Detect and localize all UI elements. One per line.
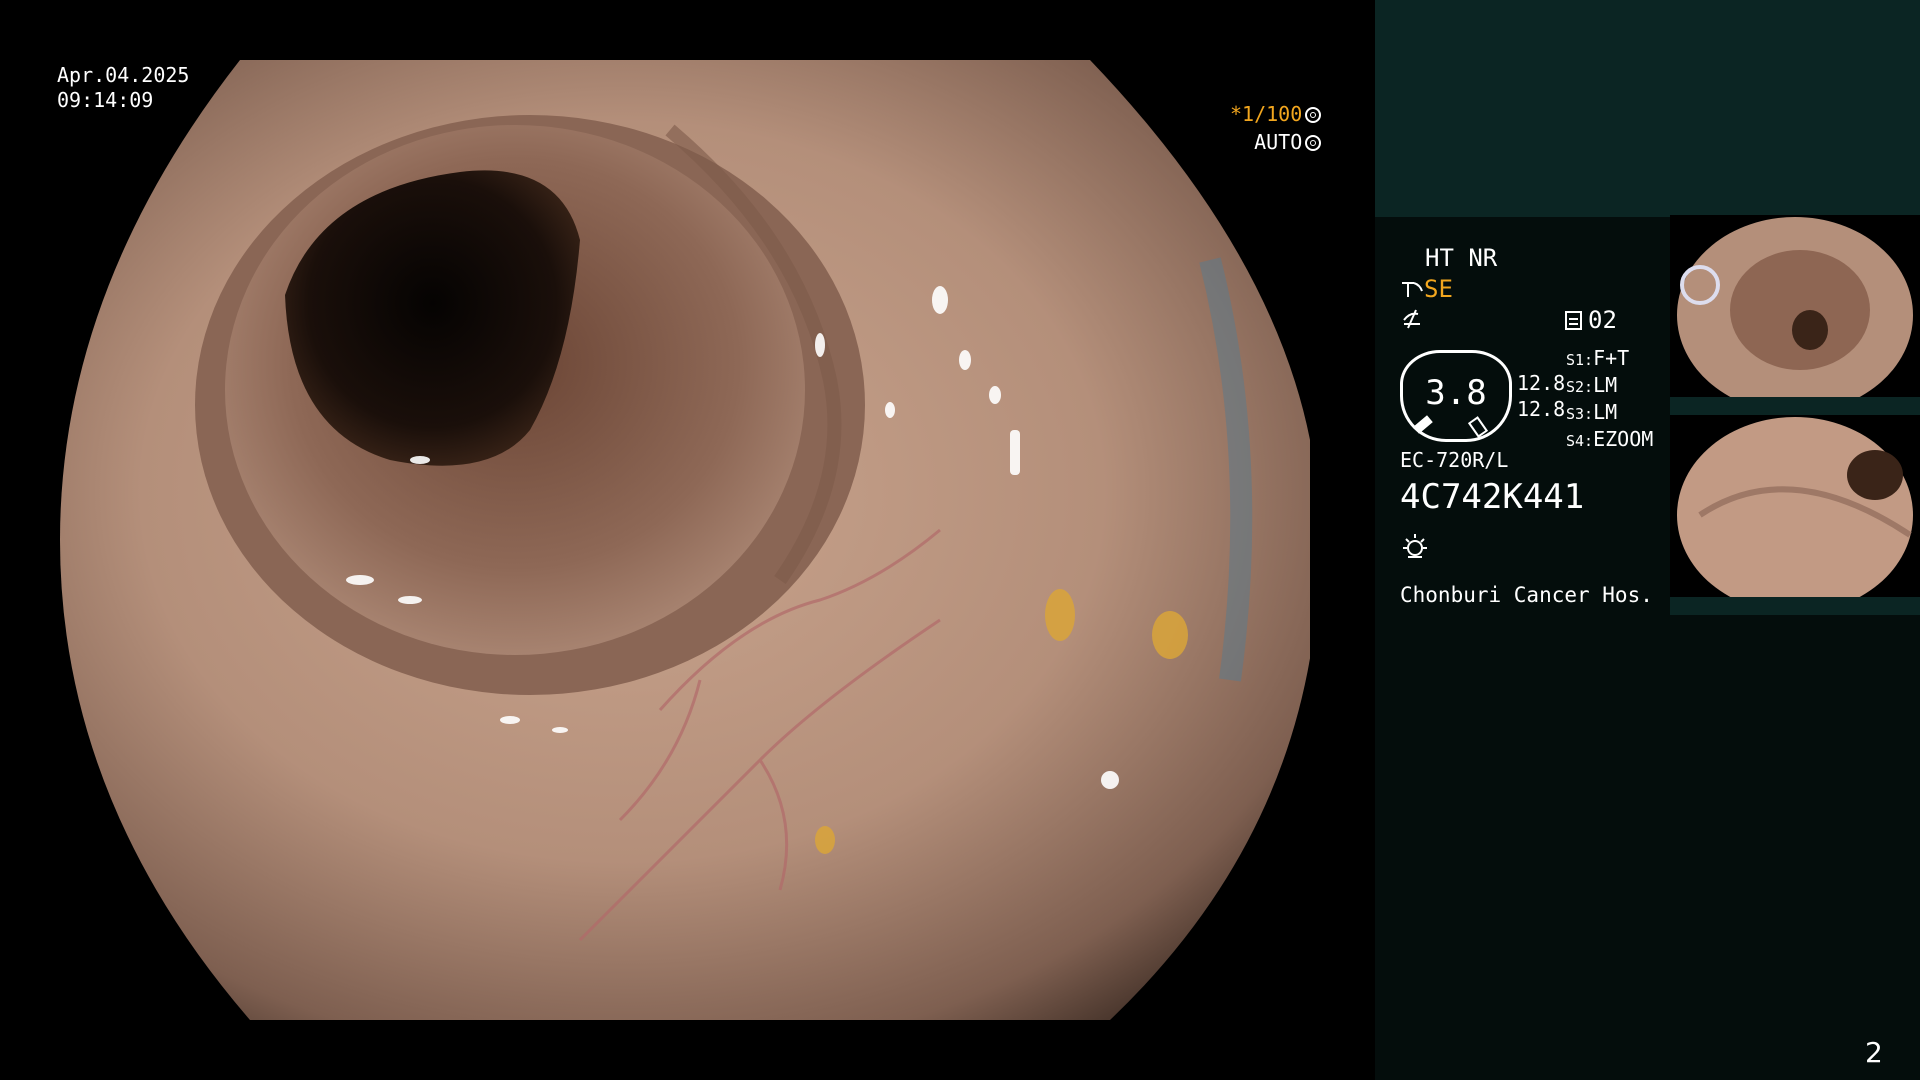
switch-value: EZOOM: [1593, 427, 1654, 451]
hospital-name: Chonburi Cancer Hos.: [1400, 583, 1653, 607]
switch-row: S4:EZOOM: [1566, 427, 1653, 454]
switch-key: S2:: [1566, 378, 1594, 396]
filter-icon: [1403, 309, 1420, 329]
switch-row: S2:LM: [1566, 373, 1653, 400]
light-icon: [1400, 532, 1430, 562]
thumbnail-image: [1670, 217, 1920, 415]
scope-switch-list: S1:F+T S2:LM S3:LM S4:EZOOM: [1566, 346, 1653, 454]
scope-model: EC-720R/L: [1400, 448, 1509, 472]
switch-value: LM: [1593, 373, 1618, 397]
shutter-line: *1/100: [1230, 100, 1322, 128]
switch-key: S1:: [1566, 351, 1594, 369]
switch-row: S3:LM: [1566, 400, 1653, 427]
memo-indicator: 02: [1565, 305, 1617, 335]
page-number: 2: [1865, 1036, 1883, 1069]
side-value-2: 12.8: [1517, 397, 1566, 421]
gauge-value: 3.8: [1425, 373, 1487, 413]
date-label: Apr.04.2025: [57, 63, 190, 87]
switch-value: F+T: [1593, 346, 1630, 370]
info-panel-header: [1375, 0, 1920, 217]
switch-row: S1:F+T: [1566, 346, 1653, 373]
colon-lumen-image: [60, 60, 1310, 1020]
structure-enhancement: SE: [1400, 274, 1453, 304]
side-value-1: 12.8: [1517, 371, 1566, 395]
switch-key: S4:: [1566, 432, 1594, 450]
gauge-side-values: 12.8 12.8: [1517, 370, 1565, 422]
thumbnail-image: [1670, 417, 1920, 615]
iris-mode: AUTO: [1254, 130, 1303, 154]
shutter-speed: *1/100: [1230, 102, 1303, 126]
scope-serial: 4C742K441: [1400, 477, 1585, 517]
datetime-display: Apr.04.2025 09:14:09: [57, 63, 189, 113]
enhancement-mode: HT NR: [1425, 244, 1498, 272]
capture-thumbnail[interactable]: [1670, 415, 1920, 615]
iris-icon: [1305, 135, 1322, 151]
memo-count: 02: [1588, 306, 1617, 334]
switch-value: LM: [1593, 400, 1618, 424]
filter-indicator: [1400, 305, 1424, 335]
endoscope-main-view: [60, 60, 1310, 1020]
time-label: 09:14:09: [57, 88, 154, 112]
shutter-info: *1/100 AUTO: [1230, 100, 1322, 156]
memo-icon: [1565, 311, 1582, 330]
iris-line: AUTO: [1230, 128, 1322, 156]
structure-icon: [1402, 282, 1423, 297]
capture-thumbnail[interactable]: [1670, 215, 1920, 415]
structure-value: SE: [1424, 275, 1453, 303]
switch-key: S3:: [1566, 405, 1594, 423]
shutter-icon: [1305, 107, 1322, 123]
